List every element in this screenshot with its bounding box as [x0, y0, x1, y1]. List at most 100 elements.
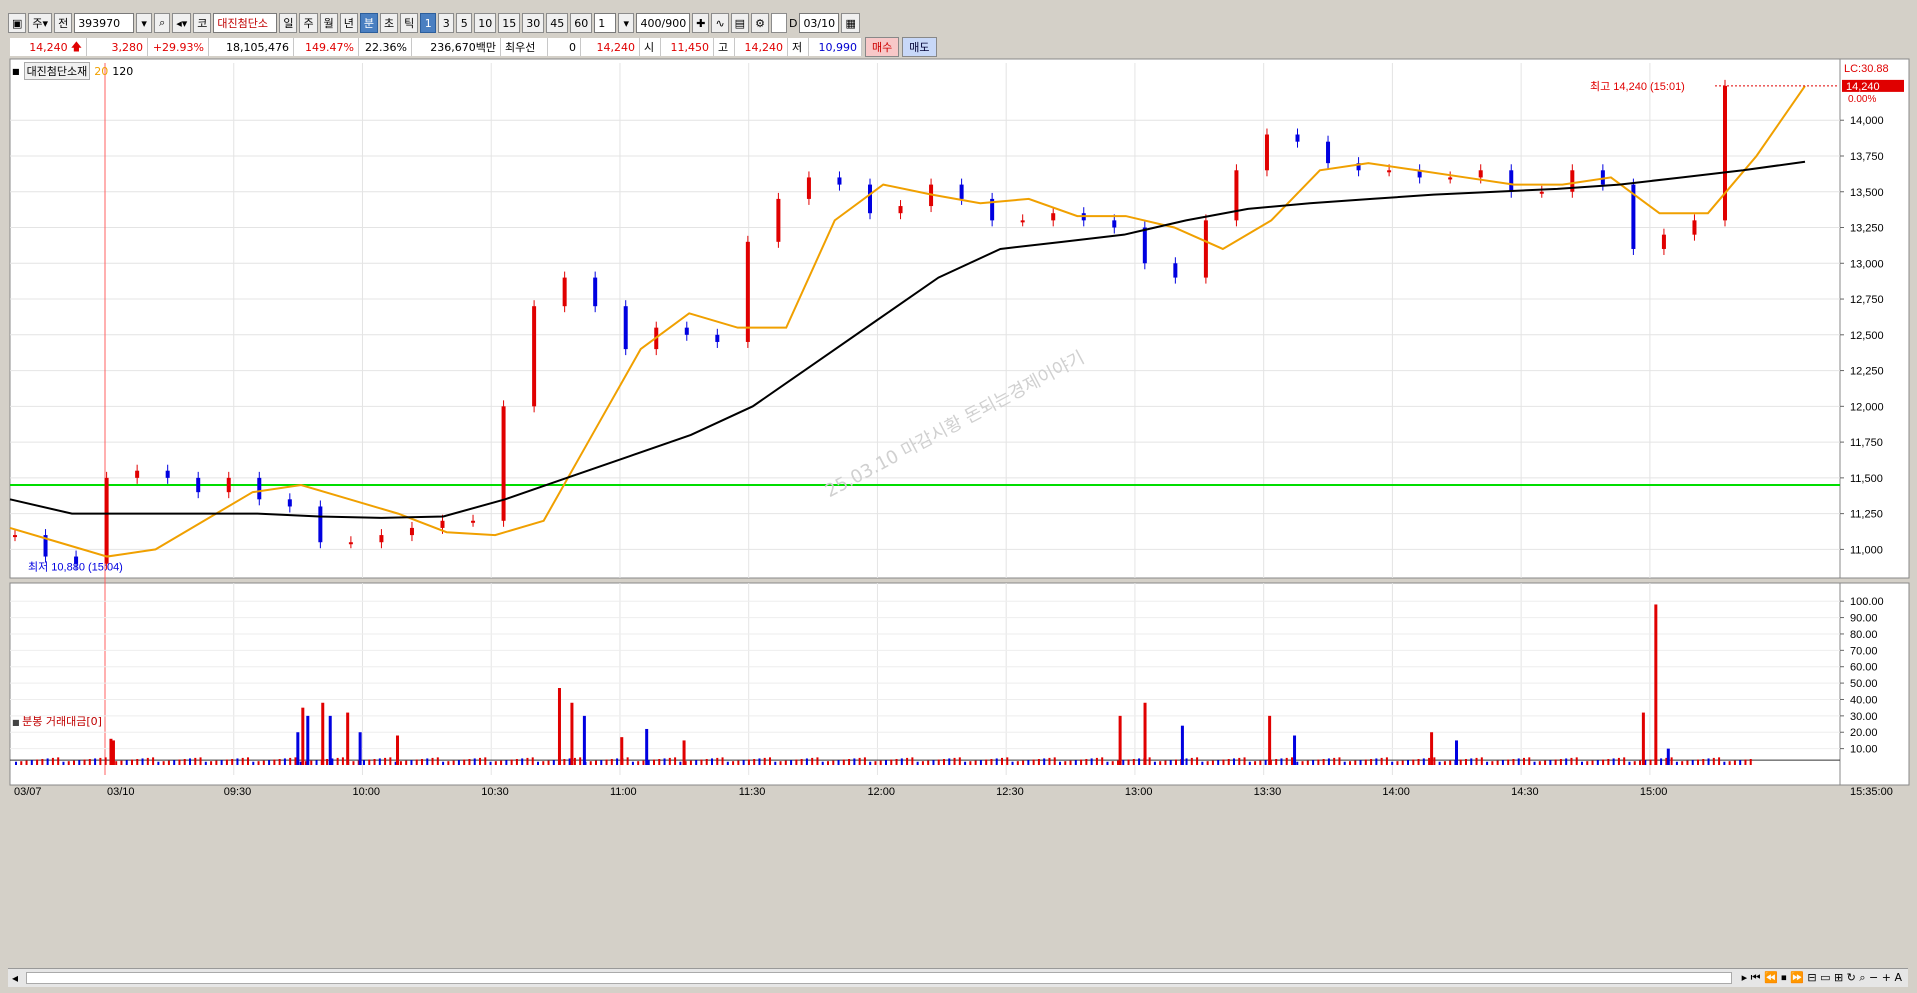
- period-day[interactable]: 일: [279, 13, 298, 33]
- volume-bar: [173, 760, 176, 765]
- multiplier-input[interactable]: 1: [594, 13, 617, 33]
- volume-bar: [136, 758, 139, 765]
- volume-bar: [1027, 760, 1030, 765]
- time-axis-label: 14:30: [1511, 786, 1539, 798]
- volume-bar: [995, 758, 998, 765]
- volume-bar: [479, 757, 481, 765]
- volume-bar: [301, 707, 305, 765]
- chart-toolbar: ▣ 주 ▾ 전 393970 ▾ ⌕ ◂▾ 코 대진첨단소 일 주 월 년 분 초…: [0, 10, 1917, 36]
- volume-bar: [1306, 760, 1309, 765]
- line-tool-icon[interactable]: ∿: [711, 13, 729, 33]
- interval-45[interactable]: 45: [546, 13, 569, 33]
- interval-3[interactable]: 3: [438, 13, 455, 33]
- interval-10[interactable]: 10: [474, 13, 497, 33]
- price-candle: [104, 477, 109, 564]
- last-pct-label: 0.00%: [1848, 94, 1876, 105]
- interval-15[interactable]: 15: [498, 13, 521, 33]
- volume-bar: [1211, 760, 1214, 765]
- time-axis-label: 12:30: [996, 786, 1024, 798]
- volume-bar: [1196, 757, 1199, 765]
- interval-30[interactable]: 30: [522, 13, 545, 33]
- legend-toggle-icon[interactable]: ■: [12, 718, 22, 727]
- volume-bar: [579, 757, 582, 765]
- window-icon[interactable]: ▣: [8, 13, 27, 33]
- best-value: 0: [548, 38, 581, 56]
- scroll-track[interactable]: [26, 972, 1732, 984]
- volume-bar: [1080, 759, 1083, 765]
- scroll-left-icon[interactable]: ◂: [8, 971, 22, 985]
- price-candle: [868, 184, 872, 214]
- search-icon[interactable]: ⌕: [154, 13, 171, 33]
- interval-60[interactable]: 60: [570, 13, 593, 33]
- volume-bar: [1106, 761, 1109, 765]
- stock-name-field[interactable]: 대진첨단소: [213, 13, 278, 33]
- interval-5[interactable]: 5: [456, 13, 473, 33]
- volume-bar: [658, 758, 661, 765]
- volume-bar: [426, 758, 429, 765]
- d-label: D: [788, 16, 798, 30]
- volume-bar: [1575, 757, 1578, 765]
- multiplier-value: 1: [598, 16, 606, 30]
- price-volume-chart[interactable]: 11,000 11,250 11,500 11,750 12,000 12,250 12,5…: [0, 58, 1917, 968]
- period-minute[interactable]: 분: [359, 13, 378, 33]
- period-week[interactable]: 주: [299, 13, 318, 33]
- market-select[interactable]: 주 ▾: [28, 13, 53, 33]
- crosshair-icon[interactable]: ✚: [692, 13, 710, 33]
- time-readout-label: 15:35:00: [1850, 786, 1893, 798]
- volume-bar: [653, 759, 655, 765]
- price-axis-label: 11,250: [1850, 509, 1883, 521]
- period-year[interactable]: 년: [339, 13, 358, 33]
- volume-bar: [1359, 760, 1362, 765]
- volume-bar: [1733, 760, 1736, 765]
- price-axis-label: 14,000: [1850, 115, 1884, 127]
- volume-bar: [985, 759, 988, 765]
- volume-bar: [964, 761, 967, 765]
- type-button[interactable]: 전: [54, 13, 73, 33]
- volume-bar: [194, 757, 197, 765]
- price-candle: [287, 499, 292, 507]
- stock-code-input[interactable]: 393970: [74, 13, 135, 33]
- volume-bar: [800, 758, 803, 765]
- volume-bar: [1718, 757, 1721, 765]
- period-month[interactable]: 월: [319, 13, 338, 33]
- volume-bar: [115, 761, 118, 765]
- sell-button[interactable]: 매도: [902, 37, 937, 57]
- high-label: 고: [714, 38, 735, 56]
- volume-bar: [463, 759, 466, 765]
- period-tick[interactable]: 틱: [400, 13, 419, 33]
- current-price-value: 14,240: [29, 40, 68, 54]
- volume-bar: [1343, 761, 1346, 765]
- save-icon[interactable]: ▤: [730, 13, 750, 33]
- count-input[interactable]: 400/900: [636, 13, 691, 33]
- gear-icon[interactable]: ⚙: [751, 13, 769, 33]
- volume-bar: [1159, 761, 1162, 765]
- horizontal-scrollbar[interactable]: ◂ ▸ ⏮ ⏪ ⏹ ⏩ ⊟ ▭ ⊞ ↻ ⌕ − + A: [8, 968, 1908, 987]
- volume-bar: [1470, 758, 1473, 765]
- volume-bar: [1554, 759, 1557, 765]
- volume-bar: [1438, 761, 1441, 765]
- volume-legend-title: 분봉 거래대금[0]: [22, 715, 102, 728]
- volume-bar: [637, 761, 640, 765]
- nav-controls-icon[interactable]: ▸ ⏮ ⏪ ⏹ ⏩ ⊟ ▭ ⊞ ↻ ⌕ − + A: [1736, 971, 1908, 985]
- volume-bar: [1412, 759, 1415, 765]
- calendar-icon[interactable]: ▦: [841, 13, 860, 33]
- volume-bar: [1264, 760, 1267, 765]
- interval-1[interactable]: 1: [420, 13, 437, 33]
- volume-bar: [573, 757, 576, 765]
- date-input[interactable]: 03/10: [799, 13, 840, 33]
- speaker-icon[interactable]: ◂▾: [172, 13, 192, 33]
- volume-bar: [700, 759, 703, 765]
- price-candle: [562, 277, 567, 307]
- legend-toggle-icon[interactable]: ■: [12, 67, 20, 76]
- date-checkbox[interactable]: [770, 13, 787, 33]
- volume-bar: [152, 757, 155, 765]
- volume-bar: [442, 761, 445, 765]
- volume-bar: [537, 761, 539, 765]
- code-dropdown-icon[interactable]: ▾: [136, 13, 153, 33]
- buy-button[interactable]: 매수: [865, 37, 900, 57]
- period-second[interactable]: 초: [379, 13, 399, 33]
- time-axis-label: 13:30: [1254, 786, 1282, 798]
- volume-bar: [758, 758, 761, 765]
- volume-bar: [682, 740, 686, 765]
- multiplier-dropdown-icon[interactable]: ▾: [618, 13, 635, 33]
